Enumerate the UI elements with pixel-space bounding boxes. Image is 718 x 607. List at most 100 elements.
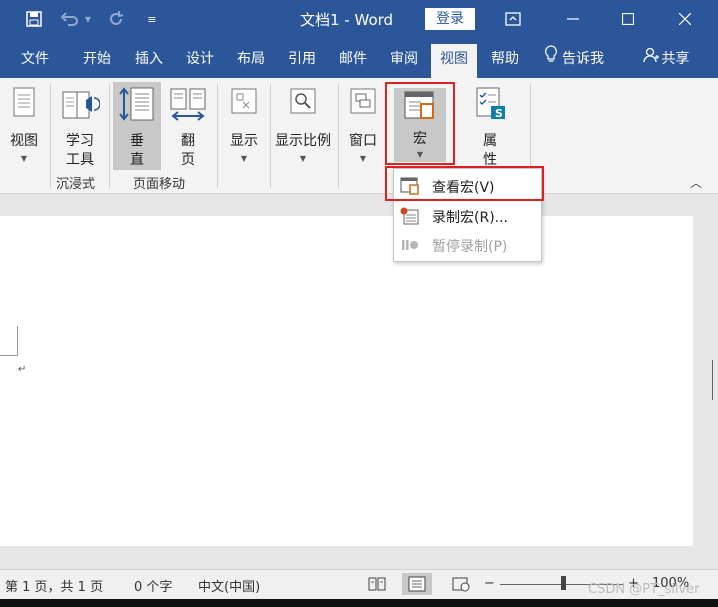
margin-corner-mark	[0, 326, 18, 356]
tab-design[interactable]: 设计	[177, 38, 223, 78]
record-macro-menu-item[interactable]: 录制宏(R)...	[394, 202, 541, 230]
tab-references[interactable]: 引用	[279, 38, 325, 78]
properties-label-line2: 性	[483, 152, 497, 168]
read-mode-icon[interactable]	[368, 576, 386, 592]
tab-view[interactable]: 视图	[431, 44, 477, 78]
language-indicator[interactable]: 中文(中国)	[198, 576, 260, 595]
chevron-down-icon: ▼	[20, 154, 28, 163]
word-count[interactable]: 0 个字	[134, 576, 172, 595]
pause-recording-menu-item[interactable]: 暂停录制(P)	[394, 231, 541, 259]
window-button[interactable]: 窗口 ▼	[342, 82, 384, 170]
chevron-down-icon: ▼	[416, 150, 424, 159]
group-immersive-label: 沉浸式	[56, 177, 96, 192]
tab-layout[interactable]: 布局	[228, 38, 274, 78]
views-button[interactable]: 视图 ▼	[4, 82, 44, 170]
separator	[109, 84, 110, 188]
page-flip-button[interactable]: 翻 页	[164, 82, 212, 170]
window-icon	[348, 86, 378, 120]
window-label: 窗口	[349, 133, 377, 149]
sharepoint-properties-icon: S	[471, 86, 509, 126]
tab-file[interactable]: 文件	[10, 38, 60, 78]
separator	[50, 84, 51, 188]
vertical-label-line2: 直	[130, 152, 144, 168]
document-title: 文档1 - Word	[300, 11, 394, 29]
vertical-scroll-icon	[117, 86, 157, 126]
bottom-strip	[0, 599, 718, 607]
separator	[217, 84, 218, 188]
customize-toolbar-icon[interactable]: ≡	[140, 7, 164, 31]
record-macro-label: 录制宏(R)...	[432, 210, 509, 226]
share-label: 共享	[661, 51, 690, 67]
vertical-label-line1: 垂	[130, 133, 144, 149]
tab-home[interactable]: 开始	[74, 38, 120, 78]
vertical-button[interactable]: 垂 直	[113, 82, 161, 170]
save-icon[interactable]	[22, 7, 46, 31]
minimize-icon[interactable]	[550, 0, 596, 38]
zoom-label: 显示比例	[275, 133, 331, 149]
learning-tools-icon	[60, 86, 101, 126]
show-icon	[229, 86, 259, 120]
macros-label: 宏	[413, 131, 427, 147]
separator	[270, 84, 271, 188]
tell-me-label: 告诉我	[562, 51, 604, 67]
undo-dropdown-icon[interactable]: ▼	[82, 7, 94, 31]
login-button[interactable]: 登录	[425, 8, 475, 30]
share-button[interactable]: 共享	[636, 38, 696, 78]
document-area: ↵	[0, 194, 718, 569]
ribbon: 视图 ▼ 学习 工具 沉浸式 垂 直 翻 页 页面移动 显示 ▼ 显示比例 ▼ …	[0, 78, 718, 194]
views-label: 视图	[10, 133, 38, 149]
tab-review[interactable]: 审阅	[381, 38, 427, 78]
web-layout-icon[interactable]	[452, 576, 470, 592]
close-icon[interactable]	[662, 0, 708, 38]
pause-recording-icon	[400, 236, 420, 254]
print-layout-icon[interactable]	[402, 573, 432, 595]
page-flip-label-line2: 页	[181, 152, 195, 168]
view-macros-label: 查看宏(V)	[432, 180, 495, 196]
watermark: CSDN @PT_silver	[588, 582, 700, 597]
view-macros-icon	[400, 177, 420, 195]
view-macros-menu-item[interactable]: 查看宏(V)	[394, 172, 541, 200]
side-to-side-icon	[168, 86, 208, 126]
tab-help[interactable]: 帮助	[482, 38, 528, 78]
lightbulb-icon	[544, 38, 558, 80]
collapse-ribbon-icon[interactable]: ︿	[690, 174, 702, 191]
tell-me-button[interactable]: 告诉我	[537, 38, 611, 78]
paragraph-mark: ↵	[18, 364, 27, 375]
macros-dropdown-menu: 查看宏(V) 录制宏(R)... 暂停录制(P)	[393, 168, 542, 262]
window-edge	[712, 360, 718, 400]
macro-icon	[403, 90, 437, 126]
zoom-button[interactable]: 显示比例 ▼	[272, 82, 334, 170]
show-button[interactable]: 显示 ▼	[222, 82, 266, 170]
zoom-slider-thumb[interactable]	[561, 576, 566, 590]
svg-text:S: S	[495, 107, 503, 120]
page-view-icon	[11, 86, 37, 122]
show-label: 显示	[230, 133, 258, 149]
tab-mailings[interactable]: 邮件	[330, 38, 376, 78]
pause-recording-label: 暂停录制(P)	[432, 239, 508, 255]
learning-tools-label-line2: 工具	[66, 152, 94, 168]
chevron-down-icon: ▼	[240, 154, 248, 163]
page-count[interactable]: 第 1 页，共 1 页	[5, 576, 103, 595]
tab-insert[interactable]: 插入	[126, 38, 172, 78]
separator	[338, 84, 339, 188]
ribbon-tabs: 文件 开始 插入 设计 布局 引用 邮件 审阅 视图 帮助 告诉我 共享	[0, 38, 718, 78]
properties-label-line1: 属	[483, 133, 497, 149]
chevron-down-icon: ▼	[359, 154, 367, 163]
title-bar: ▼ ≡ 文档1 - Word 登录	[0, 0, 718, 38]
macros-button[interactable]: 宏 ▼	[394, 88, 446, 162]
learning-tools-button[interactable]: 学习 工具	[54, 82, 106, 170]
page-flip-label-line1: 翻	[181, 133, 195, 149]
person-icon	[642, 38, 659, 80]
magnifier-icon	[288, 86, 318, 120]
learning-tools-label-line1: 学习	[66, 133, 94, 149]
group-page-move-label: 页面移动	[133, 177, 186, 192]
undo-icon[interactable]	[58, 7, 82, 31]
ribbon-display-options-icon[interactable]	[490, 0, 536, 38]
redo-icon[interactable]	[104, 7, 128, 31]
record-macro-icon	[400, 207, 420, 225]
document-page[interactable]: ↵	[0, 216, 693, 546]
zoom-out-button[interactable]: −	[484, 576, 495, 591]
chevron-down-icon: ▼	[299, 154, 307, 163]
maximize-icon[interactable]	[605, 0, 651, 38]
properties-button[interactable]: S 属 性	[464, 82, 516, 170]
